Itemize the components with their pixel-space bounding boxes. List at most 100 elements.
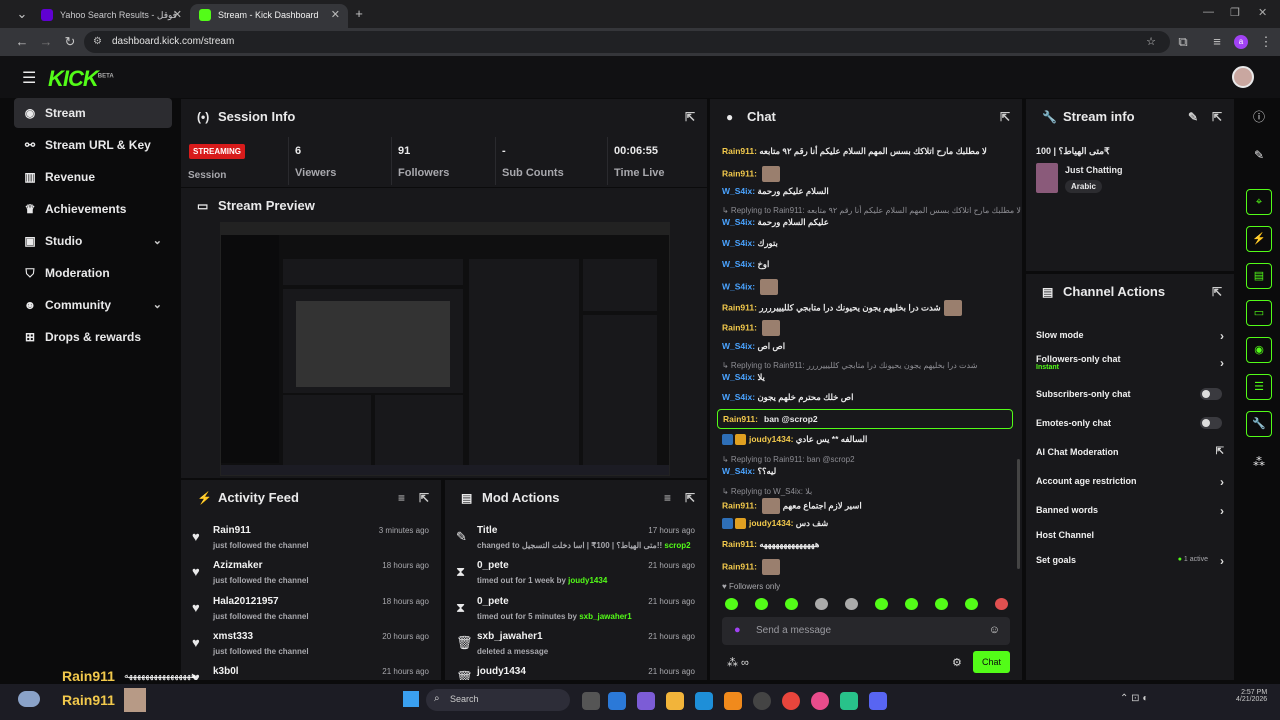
quick-emote-button[interactable] bbox=[815, 598, 828, 610]
chat-username[interactable]: W_S4ix: bbox=[722, 186, 757, 196]
quick-emote-button[interactable] bbox=[785, 598, 798, 610]
close-tab-icon[interactable]: ✕ bbox=[173, 4, 182, 26]
chevron-down-icon[interactable]: ⌄ bbox=[153, 290, 162, 320]
host-channel-action[interactable]: Host Channel bbox=[1036, 530, 1224, 540]
chrome-icon[interactable] bbox=[782, 692, 800, 710]
app-green-icon[interactable] bbox=[840, 692, 858, 710]
chat-username[interactable]: Rain911: bbox=[722, 302, 759, 312]
sidebar-item-stream[interactable]: ◉ Stream bbox=[14, 98, 172, 128]
followers-only-action[interactable]: Followers-only chat Instant › bbox=[1036, 354, 1224, 371]
chevron-down-icon[interactable]: ⌄ bbox=[153, 226, 162, 256]
filter-icon[interactable]: ≡ bbox=[398, 480, 405, 516]
edge-icon[interactable] bbox=[695, 692, 713, 710]
back-icon[interactable]: ← bbox=[14, 34, 30, 50]
reading-list-icon[interactable]: ≡ bbox=[1209, 34, 1225, 50]
chat-username[interactable]: Rain911: bbox=[722, 539, 759, 549]
maximize-icon[interactable]: ❐ bbox=[1230, 6, 1240, 19]
store-icon[interactable] bbox=[608, 692, 626, 710]
close-tab-icon[interactable]: ✕ bbox=[331, 4, 340, 26]
clock[interactable]: 2:57 PM 4/21/2026 bbox=[1236, 689, 1267, 703]
vlc-icon[interactable] bbox=[724, 692, 742, 710]
highlighted-message[interactable]: Rain911: ban @scrop2 bbox=[717, 409, 1013, 429]
set-goals-action[interactable]: Set goals ● 1 active › bbox=[1036, 554, 1224, 568]
banned-words-action[interactable]: Banned words › bbox=[1036, 504, 1224, 518]
popout-icon[interactable]: ⇱ bbox=[1212, 99, 1222, 135]
file-explorer-icon[interactable] bbox=[666, 692, 684, 710]
category-name[interactable]: Just Chatting bbox=[1065, 165, 1123, 175]
sidebar-item-drops-rewards[interactable]: ⊞ Drops & rewards bbox=[14, 322, 172, 352]
rail-more-icon[interactable]: ⁂ bbox=[1246, 449, 1272, 475]
chat-username[interactable]: joudy1434: bbox=[749, 518, 796, 528]
chat-username[interactable]: W_S4ix: bbox=[722, 281, 757, 291]
chat-username[interactable]: Rain911: bbox=[722, 146, 759, 156]
sidebar-item-achievements[interactable]: ♛ Achievements bbox=[14, 194, 172, 224]
browser-tab-yahoo[interactable]: Yahoo Search Results - فوقل ✕ bbox=[32, 4, 190, 28]
reload-icon[interactable]: ↻ bbox=[62, 34, 78, 50]
quick-emote-button[interactable] bbox=[935, 598, 948, 610]
sidebar-item-studio[interactable]: ▣ Studio ⌄ bbox=[14, 226, 172, 256]
popout-icon[interactable]: ⇱ bbox=[1000, 99, 1010, 135]
weather-icon[interactable] bbox=[18, 691, 40, 707]
tab-menu-icon[interactable]: ⌄ bbox=[14, 6, 30, 22]
emotes-only-toggle[interactable] bbox=[1200, 417, 1222, 429]
quick-emote-button[interactable] bbox=[905, 598, 918, 610]
info-icon[interactable]: ⓘ bbox=[1246, 104, 1272, 130]
minimize-icon[interactable]: — bbox=[1203, 6, 1214, 18]
popout-icon[interactable]: ⇱ bbox=[1212, 274, 1222, 310]
edit-pencil-icon[interactable]: ✎ bbox=[1188, 99, 1198, 135]
chat-username[interactable]: W_S4ix: bbox=[722, 217, 757, 227]
forward-icon[interactable]: → bbox=[38, 34, 54, 50]
profile-avatar[interactable]: a bbox=[1234, 35, 1248, 49]
chat-username[interactable]: W_S4ix: bbox=[722, 259, 757, 269]
site-info-icon[interactable]: ⚙ bbox=[93, 31, 102, 53]
discord-icon[interactable] bbox=[869, 692, 887, 710]
browser-tab-kick[interactable]: Stream - Kick Dashboard ✕ bbox=[190, 4, 348, 28]
send-chat-button[interactable]: Chat bbox=[973, 651, 1010, 673]
chat-username[interactable]: Rain911: bbox=[722, 322, 759, 332]
rail-broadcast-icon[interactable]: ◉ bbox=[1246, 337, 1272, 363]
sidebar-item-community[interactable]: ☻ Community ⌄ bbox=[14, 290, 172, 320]
rail-bolt-icon[interactable]: ⚡ bbox=[1246, 226, 1272, 252]
quick-emote-button[interactable] bbox=[845, 598, 858, 610]
rail-clipboard-icon[interactable]: ▤ bbox=[1246, 263, 1272, 289]
pencil-icon[interactable]: ✎ bbox=[1246, 142, 1272, 168]
chat-username[interactable]: Rain911: bbox=[722, 168, 759, 178]
chat-username[interactable]: W_S4ix: bbox=[722, 372, 757, 382]
popout-icon[interactable]: ⇱ bbox=[419, 480, 429, 516]
chat-username[interactable]: W_S4ix: bbox=[722, 392, 757, 402]
smiley-icon[interactable]: ☺ bbox=[989, 624, 1000, 636]
chat-username[interactable]: W_S4ix: bbox=[722, 238, 757, 248]
chrome-canary-icon[interactable] bbox=[811, 692, 829, 710]
hamburger-menu-icon[interactable]: ☰ bbox=[22, 68, 36, 88]
rail-camera-icon[interactable]: ⌖ bbox=[1246, 189, 1272, 215]
kick-logo[interactable]: KICKBETA bbox=[48, 66, 114, 92]
sidebar-item-moderation[interactable]: ⛉ Moderation bbox=[14, 258, 172, 288]
tray-icons[interactable]: ⌃ ⊡ ◐ bbox=[1120, 693, 1148, 704]
filter-icon[interactable]: ≡ bbox=[664, 480, 671, 516]
window-close-icon[interactable]: ✕ bbox=[1258, 6, 1267, 19]
slow-mode-action[interactable]: Slow mode › bbox=[1036, 329, 1224, 343]
chat-input[interactable]: ● Send a message ☺ bbox=[722, 617, 1010, 645]
chat-username[interactable]: W_S4ix: bbox=[722, 466, 757, 476]
copilot-icon[interactable] bbox=[637, 692, 655, 710]
chat-scrollbar[interactable] bbox=[1017, 459, 1020, 569]
emote-picker-icon[interactable]: ● bbox=[734, 624, 741, 636]
rail-chat-icon[interactable]: ▭ bbox=[1246, 300, 1272, 326]
browser-menu-icon[interactable]: ⋮ bbox=[1258, 34, 1274, 50]
task-view-icon[interactable] bbox=[582, 692, 600, 710]
chat-username[interactable]: W_S4ix: bbox=[722, 341, 757, 351]
popout-icon[interactable]: ⇱ bbox=[685, 99, 695, 135]
quick-emote-button[interactable] bbox=[875, 598, 888, 610]
popout-icon[interactable]: ⇱ bbox=[685, 480, 695, 516]
stream-preview-video[interactable] bbox=[220, 222, 670, 476]
user-avatar[interactable] bbox=[1232, 66, 1254, 88]
windows-start-icon[interactable] bbox=[403, 691, 419, 707]
quick-emote-button[interactable] bbox=[995, 598, 1008, 610]
sidebar-item-revenue[interactable]: ▥ Revenue bbox=[14, 162, 172, 192]
loop-icon[interactable]: ⁂ ∞ bbox=[727, 656, 749, 669]
quick-emote-button[interactable] bbox=[755, 598, 768, 610]
app-icon[interactable] bbox=[753, 692, 771, 710]
taskbar-search[interactable]: ⌕ Search bbox=[426, 689, 570, 711]
account-age-action[interactable]: Account age restriction › bbox=[1036, 475, 1224, 489]
rail-users-icon[interactable]: ☰ bbox=[1246, 374, 1272, 400]
